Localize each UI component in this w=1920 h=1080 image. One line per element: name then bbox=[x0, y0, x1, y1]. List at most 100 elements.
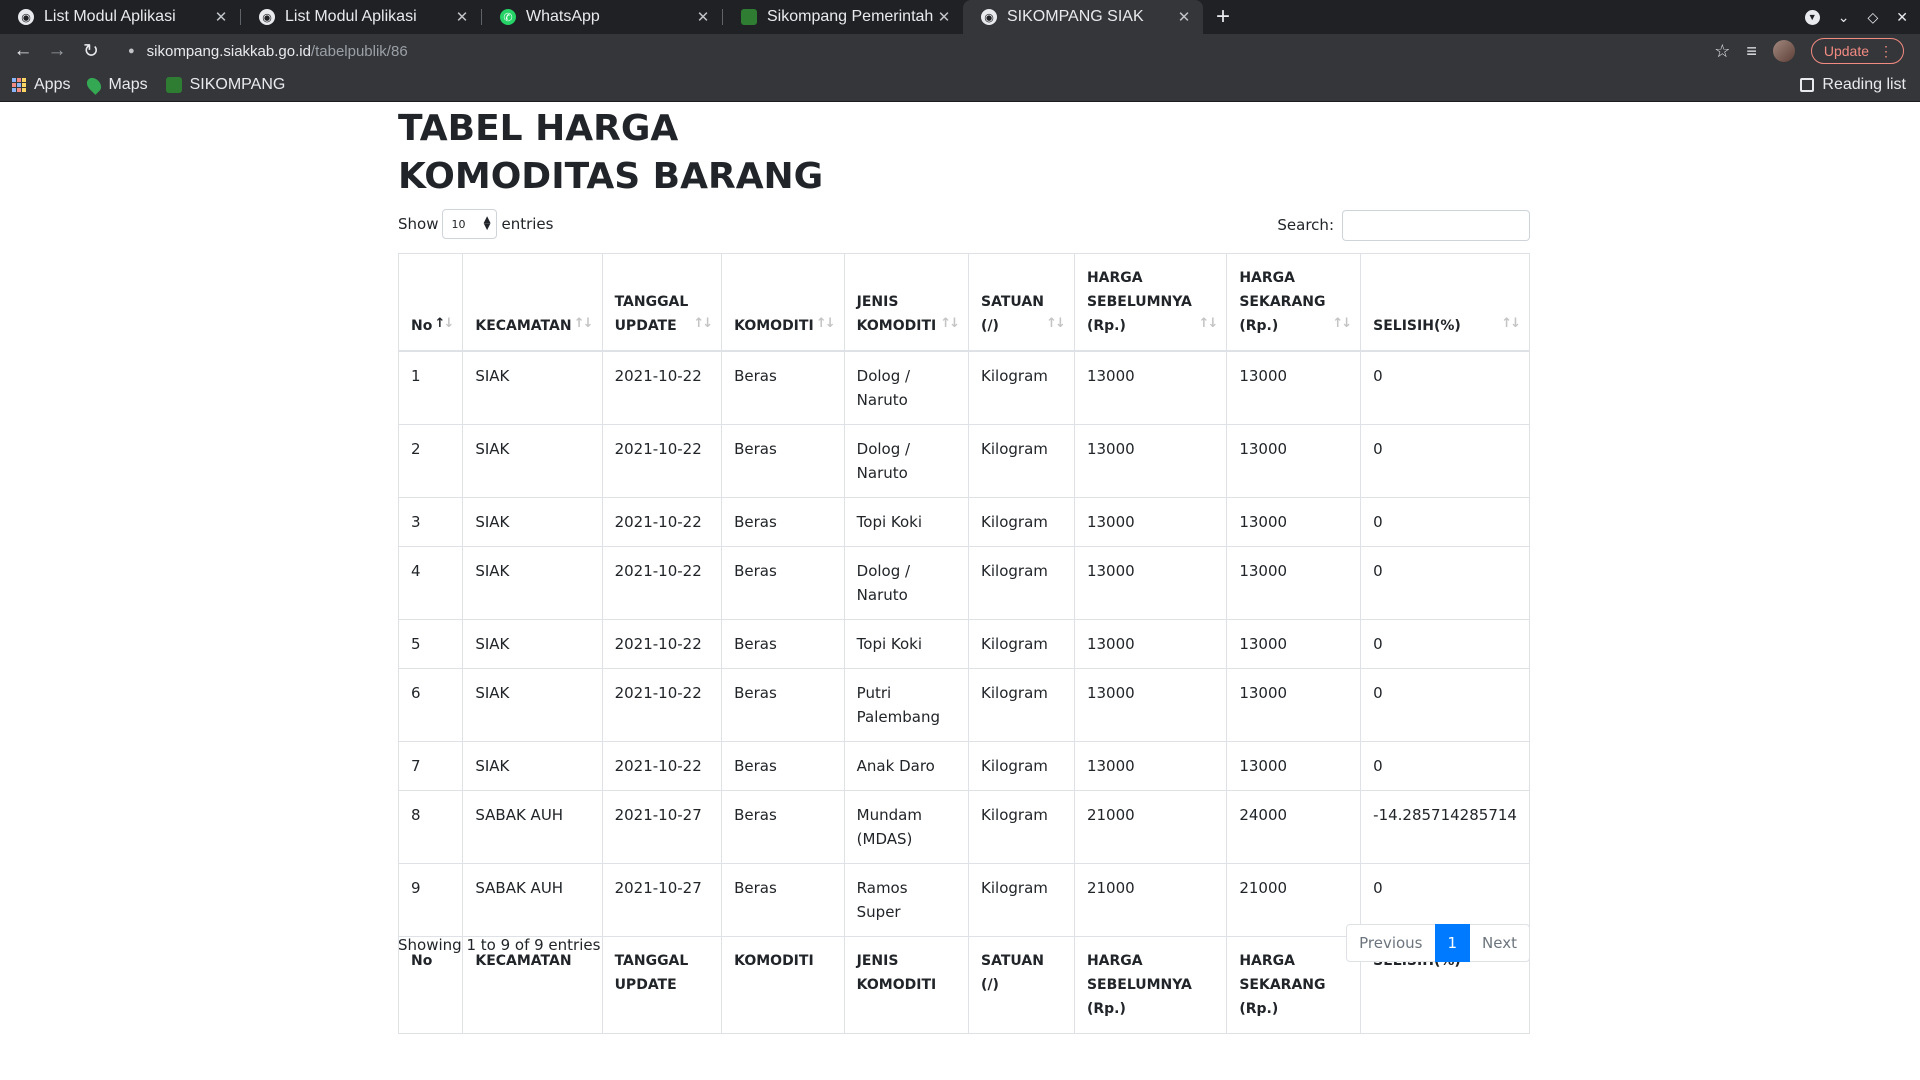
column-header-label: No bbox=[411, 318, 433, 334]
bookmark-maps[interactable]: Maps bbox=[84, 74, 148, 95]
new-tab-button[interactable]: + bbox=[1203, 0, 1243, 34]
bookmarks-bar: Apps Maps SIKOMPANG Reading list bbox=[0, 68, 1920, 102]
bookmark-sikompang[interactable]: SIKOMPANG bbox=[165, 76, 285, 94]
search-input[interactable] bbox=[1342, 209, 1530, 241]
profile-menu-icon[interactable]: ▼ bbox=[1804, 9, 1820, 25]
sort-icon: ↑↓ bbox=[693, 316, 713, 331]
cell-harga-sekarang: 13000 bbox=[1226, 741, 1362, 791]
cell-harga-sekarang: 24000 bbox=[1226, 790, 1362, 864]
browser-chrome: ◉ List Modul Aplikasi ✕ ◉ List Modul Apl… bbox=[0, 0, 1920, 102]
cell-jenis-komoditi: Anak Daro bbox=[843, 741, 970, 791]
close-window-icon[interactable]: ✕ bbox=[1896, 9, 1908, 26]
column-header-selisih[interactable]: SELISIH(%) ↑↓ bbox=[1360, 253, 1530, 352]
avatar[interactable] bbox=[1772, 40, 1795, 62]
column-header-label: TANGGAL UPDATE bbox=[614, 294, 689, 334]
page-length-control: Show 10 ▲ ▼ entries bbox=[398, 209, 553, 239]
cell-selisih: 0 bbox=[1360, 668, 1530, 742]
cell-jenis-komoditi: Mundam (MDAS) bbox=[843, 790, 970, 864]
table-controls: Show 10 ▲ ▼ entries Search: bbox=[398, 209, 1530, 245]
column-header-satuan[interactable]: SATUAN (/) ↑↓ bbox=[968, 253, 1075, 352]
table-row: 5 SIAK 2021-10-22 Beras Topi Koki Kilogram 130… bbox=[397, 619, 1530, 669]
sort-icon: ↑↓ bbox=[1332, 316, 1352, 331]
tab-sikompang-pemerintah[interactable]: Sikompang Pemerintah K ✕ bbox=[723, 0, 963, 34]
cell-jenis-komoditi: Topi Koki bbox=[843, 497, 970, 547]
cell-selisih: 0 bbox=[1360, 497, 1530, 547]
reload-icon[interactable]: ↻ bbox=[76, 36, 106, 66]
bookmark-apps[interactable]: Apps bbox=[12, 76, 70, 94]
cell-jenis-komoditi: Topi Koki bbox=[843, 619, 970, 669]
cell-selisih: 0 bbox=[1360, 424, 1530, 498]
media-queue-icon[interactable]: ≡ bbox=[1746, 41, 1757, 62]
cell-komoditi: Beras bbox=[721, 619, 845, 669]
updown-caret-icon: ▲ ▼ bbox=[483, 215, 491, 232]
sort-icon: ↑↓ bbox=[1046, 316, 1066, 331]
tab-list-modul-2[interactable]: ◉ List Modul Aplikasi ✕ bbox=[241, 0, 481, 34]
cell-satuan: Kilogram bbox=[968, 546, 1075, 620]
cell-satuan: Kilogram bbox=[968, 668, 1075, 742]
tab-sikompang-siak[interactable]: ◉ SIKOMPANG SIAK ✕ bbox=[963, 0, 1203, 34]
column-header-label: HARGA SEBELUMNYA (Rp.) bbox=[1086, 270, 1192, 334]
footer-header-harga-sekarang: HARGA SEKARANG (Rp.) bbox=[1226, 936, 1362, 1034]
lock-icon[interactable]: ● bbox=[128, 45, 135, 57]
apps-grid-icon bbox=[12, 77, 26, 92]
cell-kecamatan: SIAK bbox=[462, 741, 603, 791]
close-icon[interactable]: ✕ bbox=[453, 8, 471, 26]
page-content: TABEL HARGA KOMODITAS BARANG Show 10 ▲ ▼ … bbox=[0, 103, 1920, 1080]
star-bookmark-icon[interactable]: ☆ bbox=[1714, 41, 1730, 62]
cell-kecamatan: SIAK bbox=[462, 668, 603, 742]
cell-komoditi: Beras bbox=[721, 790, 845, 864]
close-icon[interactable]: ✕ bbox=[694, 8, 712, 26]
diamond-icon[interactable]: ◇ bbox=[1867, 9, 1878, 26]
close-icon[interactable]: ✕ bbox=[935, 8, 953, 26]
page-1-button[interactable]: 1 bbox=[1434, 924, 1471, 962]
address-bar[interactable]: ● sikompang.siakkab.go.id/tabelpublik/86 bbox=[116, 36, 1710, 66]
chevron-down-icon[interactable]: ⌄ bbox=[1838, 9, 1850, 26]
previous-button[interactable]: Previous bbox=[1346, 924, 1436, 962]
back-arrow-icon[interactable]: ← bbox=[8, 36, 38, 66]
cell-selisih: 0 bbox=[1360, 619, 1530, 669]
column-header-harga-sekarang[interactable]: HARGA SEKARANG (Rp.) ↑↓ bbox=[1226, 253, 1362, 352]
cell-tanggal-update: 2021-10-22 bbox=[601, 350, 723, 425]
tab-whatsapp[interactable]: ✆ WhatsApp ✕ bbox=[482, 0, 722, 34]
content-container: TABEL HARGA KOMODITAS BARANG Show 10 ▲ ▼ … bbox=[397, 103, 1530, 1034]
cell-no: 3 bbox=[397, 497, 464, 547]
cell-harga-sebelumnya: 21000 bbox=[1073, 790, 1228, 864]
reading-list-button[interactable]: Reading list bbox=[1800, 68, 1906, 102]
cell-tanggal-update: 2021-10-22 bbox=[601, 424, 723, 498]
column-header-kecamatan[interactable]: KECAMATAN ↑↓ bbox=[462, 253, 603, 352]
cell-satuan: Kilogram bbox=[968, 424, 1075, 498]
close-icon[interactable]: ✕ bbox=[212, 8, 230, 26]
cell-no: 7 bbox=[397, 741, 464, 791]
cell-no: 9 bbox=[397, 863, 464, 937]
forward-arrow-icon[interactable]: → bbox=[42, 36, 72, 66]
close-icon[interactable]: ✕ bbox=[1175, 8, 1193, 26]
cell-harga-sebelumnya: 13000 bbox=[1073, 619, 1228, 669]
next-button[interactable]: Next bbox=[1469, 924, 1530, 962]
page-length-select[interactable]: 10 ▲ ▼ bbox=[442, 209, 498, 239]
column-header-tanggal-update[interactable]: TANGGAL UPDATE ↑↓ bbox=[601, 253, 723, 352]
column-header-harga-sebelumnya[interactable]: HARGA SEBELUMNYA (Rp.) ↑↓ bbox=[1073, 253, 1228, 352]
update-button[interactable]: Update ⋮ bbox=[1810, 38, 1904, 64]
cell-harga-sebelumnya: 13000 bbox=[1073, 546, 1228, 620]
column-header-komoditi[interactable]: KOMODITI ↑↓ bbox=[721, 253, 845, 352]
tab-list-modul-1[interactable]: ◉ List Modul Aplikasi ✕ bbox=[0, 0, 240, 34]
cell-harga-sekarang: 13000 bbox=[1226, 350, 1362, 425]
whatsapp-icon: ✆ bbox=[500, 9, 516, 25]
cell-komoditi: Beras bbox=[721, 546, 845, 620]
cell-tanggal-update: 2021-10-22 bbox=[601, 741, 723, 791]
cell-harga-sekarang: 13000 bbox=[1226, 424, 1362, 498]
bookmark-label: Apps bbox=[34, 75, 71, 93]
cell-jenis-komoditi: Dolog / Naruto bbox=[843, 350, 970, 425]
cell-jenis-komoditi: Putri Palembang bbox=[843, 668, 970, 742]
reading-list-icon bbox=[1800, 78, 1815, 92]
footer-header-jenis-komoditi: JENIS KOMODITI bbox=[843, 936, 970, 1034]
cell-no: 4 bbox=[397, 546, 464, 620]
cell-harga-sekarang: 21000 bbox=[1226, 863, 1362, 937]
column-header-jenis-komoditi[interactable]: JENIS KOMODITI ↑↓ bbox=[843, 253, 970, 352]
column-header-label: KECAMATAN bbox=[475, 318, 572, 334]
sikompang-icon bbox=[741, 9, 757, 25]
column-header-no[interactable]: No ↑↓ bbox=[397, 253, 464, 352]
cell-tanggal-update: 2021-10-22 bbox=[601, 619, 723, 669]
cell-satuan: Kilogram bbox=[968, 790, 1075, 864]
cell-selisih: 0 bbox=[1360, 546, 1530, 620]
